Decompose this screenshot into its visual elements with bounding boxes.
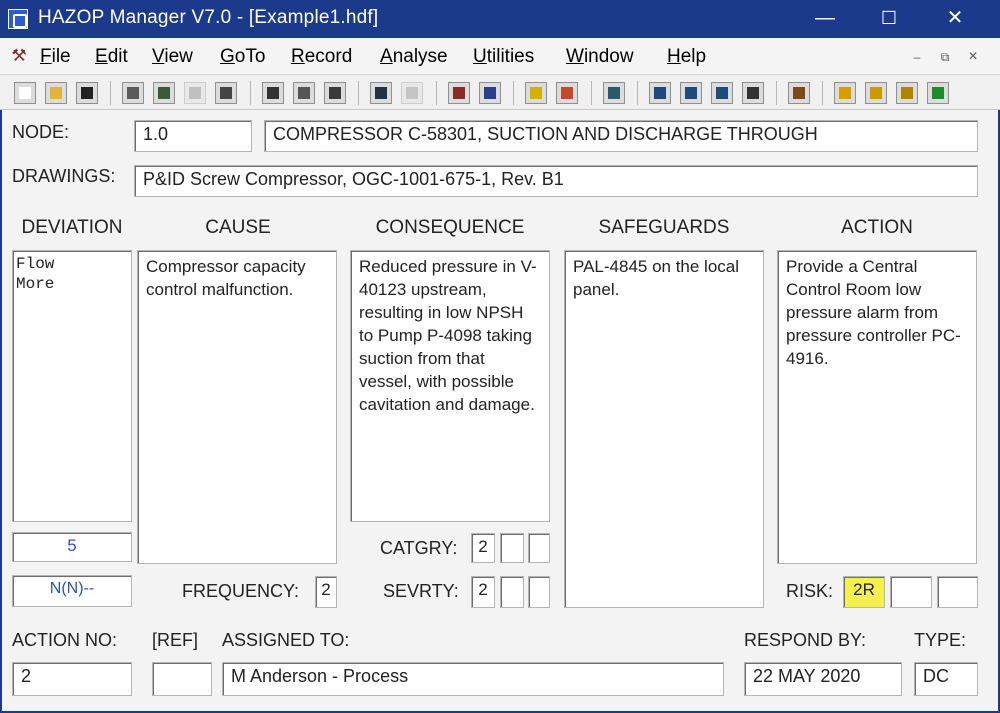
hazop-worksheet-form: NODE: 1.0 COMPRESSOR C-58301, SUCTION AN…	[0, 110, 1000, 713]
maximize-button[interactable]: ☐	[866, 0, 912, 38]
node-number-field[interactable]: 1.0	[134, 120, 252, 152]
consequence-memo[interactable]: Reduced pressure in V-40123 upstream, re…	[350, 250, 550, 522]
drawings-label: DRAWINGS:	[12, 166, 116, 186]
mdi-restore-button[interactable]: ⧉	[936, 48, 954, 66]
view3-icon[interactable]	[711, 82, 733, 104]
report-icon[interactable]	[525, 82, 547, 104]
checklist-icon[interactable]	[401, 82, 423, 104]
app-icon[interactable]	[8, 9, 28, 29]
sevrty-label: SEVRTY:	[383, 581, 459, 601]
settings-icon[interactable]	[788, 82, 810, 104]
ref-field[interactable]	[152, 662, 212, 696]
spell-check-icon[interactable]	[479, 82, 501, 104]
mdi-close-button[interactable]: ×	[964, 48, 982, 66]
paste-icon[interactable]	[324, 82, 346, 104]
respond-by-label: RESPOND BY:	[744, 630, 867, 650]
open-folder-icon[interactable]	[45, 82, 67, 104]
toolbar-separator	[637, 81, 638, 105]
menu-bar: ⚒ File Edit View GoTo Record Analyse Uti…	[0, 38, 1000, 74]
document-icon[interactable]: ⚒	[8, 46, 30, 66]
menu-record[interactable]: Record	[291, 46, 352, 68]
find-icon[interactable]	[448, 82, 470, 104]
catgry-field-1[interactable]: 2	[471, 533, 495, 563]
risk-field-2[interactable]	[890, 576, 932, 608]
cause-header: CAUSE	[205, 217, 271, 238]
minimize-button[interactable]: —	[802, 0, 848, 38]
menu-window[interactable]: Window	[566, 46, 634, 68]
toolbar-separator	[110, 81, 111, 105]
sevrty-field-1[interactable]: 2	[471, 576, 495, 608]
table-icon[interactable]	[865, 82, 887, 104]
type-label: TYPE:	[914, 630, 967, 650]
safeguards-memo[interactable]: PAL-4845 on the local panel.	[564, 250, 764, 608]
copy-icon[interactable]	[293, 82, 315, 104]
toolbar	[0, 74, 1000, 110]
deviation-memo[interactable]: Flow More	[12, 250, 132, 522]
assigned-to-field[interactable]: M Anderson - Process	[222, 662, 724, 696]
catgry-label: CATGRY:	[380, 538, 458, 558]
worksheet-icon[interactable]	[370, 82, 392, 104]
risk-field-3[interactable]	[937, 576, 978, 608]
node-description-field[interactable]: COMPRESSOR C-58301, SUCTION AND DISCHARG…	[264, 120, 978, 152]
cut-icon[interactable]	[262, 82, 284, 104]
title-bar: HAZOP Manager V7.0 - [Example1.hdf] — ☐ …	[0, 0, 1000, 38]
close-button[interactable]: ✕	[932, 0, 978, 38]
drawings-field[interactable]: P&ID Screw Compressor, OGC-1001-675-1, R…	[134, 165, 978, 197]
transfer-icon[interactable]	[153, 82, 175, 104]
save-icon[interactable]	[76, 82, 98, 104]
action-header: ACTION	[841, 217, 913, 238]
menu-edit[interactable]: Edit	[95, 46, 128, 68]
toolbar-separator	[250, 81, 251, 105]
toolbar-separator	[436, 81, 437, 105]
deviation-number-field[interactable]: 5	[12, 532, 132, 562]
action-no-label: ACTION NO:	[12, 630, 118, 650]
edit-chart-icon[interactable]	[215, 82, 237, 104]
catgry-field-2[interactable]	[500, 533, 524, 563]
toolbar-separator	[776, 81, 777, 105]
deviation-code-field[interactable]: N(N)--	[12, 575, 132, 607]
view2-icon[interactable]	[680, 82, 702, 104]
assigned-to-label: ASSIGNED TO:	[222, 630, 350, 650]
grid-icon[interactable]	[184, 82, 206, 104]
record-list-icon[interactable]	[122, 82, 144, 104]
deviation-line: More	[16, 275, 55, 293]
node-label: NODE:	[12, 122, 70, 142]
action-memo[interactable]: Provide a Central Control Room low press…	[777, 250, 977, 564]
consequence-header: CONSEQUENCE	[375, 217, 525, 238]
view1-icon[interactable]	[649, 82, 671, 104]
mdi-minimize-button[interactable]: –	[908, 48, 926, 66]
sevrty-field-3[interactable]	[528, 576, 550, 608]
preview-icon[interactable]	[603, 82, 625, 104]
toolbar-separator	[822, 81, 823, 105]
excel-icon[interactable]	[927, 82, 949, 104]
new-file-icon[interactable]	[14, 82, 36, 104]
cause-memo[interactable]: Compressor capacity control malfunction.	[137, 250, 337, 564]
menu-file[interactable]: File	[40, 46, 71, 68]
type-field[interactable]: DC	[914, 662, 978, 696]
catgry-field-3[interactable]	[528, 533, 550, 563]
window-title: HAZOP Manager V7.0 - [Example1.hdf]	[38, 7, 379, 28]
chart-icon[interactable]	[556, 82, 578, 104]
print-icon[interactable]	[896, 82, 918, 104]
toolbar-separator	[358, 81, 359, 105]
ref-label: [REF]	[152, 630, 199, 650]
frequency-label: FREQUENCY:	[182, 581, 300, 601]
frequency-field[interactable]: 2	[315, 576, 337, 608]
toolbar-separator	[513, 81, 514, 105]
toolbar-separator	[591, 81, 592, 105]
menu-help[interactable]: Help	[667, 46, 706, 68]
risk-label: RISK:	[786, 581, 834, 601]
menu-goto[interactable]: GoTo	[220, 46, 265, 68]
menu-utilities[interactable]: Utilities	[473, 46, 534, 68]
menu-analyse[interactable]: Analyse	[380, 46, 448, 68]
binoculars-icon[interactable]	[742, 82, 764, 104]
sevrty-field-2[interactable]	[500, 576, 524, 608]
menu-view[interactable]: View	[152, 46, 193, 68]
export-icon[interactable]	[834, 82, 856, 104]
respond-by-field[interactable]: 22 MAY 2020	[744, 662, 902, 696]
safeguards-header: SAFEGUARDS	[598, 217, 730, 238]
action-no-field[interactable]: 2	[12, 662, 132, 696]
risk-field-1[interactable]: 2R	[843, 576, 885, 608]
deviation-line: Flow	[16, 255, 55, 273]
